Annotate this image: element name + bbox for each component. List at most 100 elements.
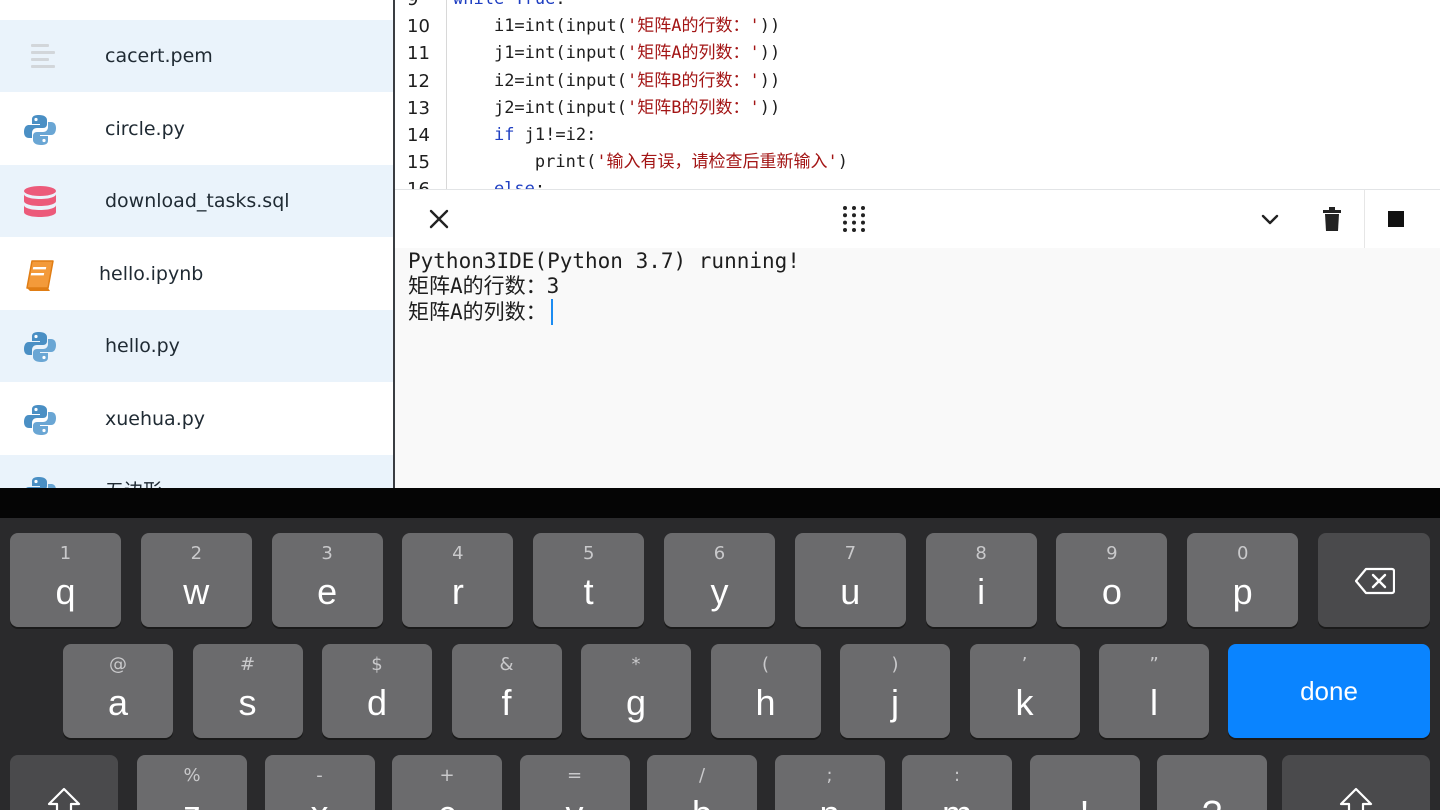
key-alt-char: 9 [1106, 543, 1118, 564]
key-b[interactable]: /b [647, 755, 757, 810]
key-char: w [183, 571, 210, 612]
code-line: 9 while True: [395, 0, 1440, 13]
code-token: )) [759, 97, 781, 118]
key-d[interactable]: $ d [322, 644, 432, 738]
key-char: z [137, 793, 247, 810]
file-row[interactable]: hello.py [0, 310, 393, 382]
key-char: y [710, 571, 729, 612]
file-row[interactable]: cacert.pem [0, 20, 393, 92]
database-icon [22, 184, 58, 220]
key-v[interactable]: =v [519, 755, 630, 810]
backspace-key[interactable] [1318, 533, 1430, 627]
text-file-icon [22, 39, 58, 75]
console-output[interactable]: Python3IDE(Python 3.7) running! 矩阵A的行数：3… [395, 248, 1440, 488]
key-u[interactable]: 7u [794, 533, 906, 627]
key-?[interactable]: ? [1157, 755, 1267, 810]
key-t[interactable]: 5t [533, 533, 645, 627]
code-token: j2=int(input( [493, 97, 628, 118]
key-o[interactable]: 9o [1056, 533, 1168, 627]
file-row[interactable]: xuehua.py [0, 383, 393, 455]
key-alt-char: ” [1149, 654, 1159, 675]
code-token: j1!=i2: [514, 125, 597, 145]
code-line: 15 print('输入有误，请检查后重新输入') [395, 149, 1440, 176]
code-line: 10 i1=int(input('矩阵A的行数：')) [395, 13, 1440, 40]
key-alt-char: 8 [975, 543, 987, 564]
key-i[interactable]: 8i [925, 533, 1037, 627]
key-char: k [1015, 682, 1034, 723]
key-char: v [520, 793, 630, 810]
key-h[interactable]: (h [710, 644, 821, 738]
line-number: 9 [407, 0, 443, 13]
code-line: 14 if j1!=i2: [395, 122, 1440, 149]
key-l[interactable]: ” l [1099, 644, 1209, 738]
code-text: while True: [453, 0, 566, 13]
code-keyword: while [453, 0, 504, 9]
key-g[interactable]: * g [581, 644, 691, 738]
key-char: l [1150, 682, 1158, 723]
key-e[interactable]: 3e [271, 533, 383, 627]
key-alt-char: 1 [59, 543, 72, 564]
file-row[interactable]: hello.ipynb [0, 238, 393, 310]
code-editor[interactable]: 9 while True:10 i1=int(input('矩阵A的行数：')) 1… [395, 0, 1440, 190]
python-icon [22, 329, 58, 365]
key-a[interactable]: @ a [63, 644, 173, 738]
code-text: j1=int(input('矩阵A的列数：')) [453, 40, 780, 67]
key-char: i [977, 571, 986, 612]
key-char: e [317, 571, 338, 612]
code-string: '矩阵B的行数：' [627, 70, 760, 91]
key-![interactable]: ! [1029, 755, 1140, 810]
key-s[interactable]: # s [192, 644, 303, 738]
drag-handle-button[interactable] [834, 199, 874, 239]
key-char: f [501, 682, 512, 723]
code-string: '输入有误，请检查后重新输入' [596, 152, 838, 173]
close-console-button[interactable] [419, 199, 459, 239]
key-c[interactable]: +c [392, 755, 502, 810]
key-w[interactable]: 2w [140, 533, 252, 627]
shift-key-left[interactable] [10, 755, 118, 810]
line-number: 13 [407, 97, 430, 119]
key-j[interactable]: ) j [840, 644, 950, 738]
collapse-console-button[interactable] [1250, 199, 1290, 239]
key-r[interactable]: 4r [402, 533, 514, 627]
file-sidebar: cacert.pem circle.py download_tasks.sql hel… [0, 0, 393, 488]
key-alt-char: + [439, 765, 455, 786]
code-text: if j1!=i2: [453, 122, 596, 149]
key-x[interactable]: -x [264, 755, 375, 810]
file-row[interactable]: download_tasks.sql [0, 165, 393, 237]
file-row[interactable]: circle.py [0, 93, 393, 165]
key-alt-char: @ [109, 654, 127, 675]
python-icon [22, 402, 58, 438]
key-f[interactable]: & f [451, 644, 562, 738]
console-line: 矩阵A的列数： [408, 300, 547, 324]
key-p[interactable]: 0p [1187, 533, 1299, 627]
key-n[interactable]: ;n [774, 755, 885, 810]
code-line: 13 j2=int(input('矩阵B的列数：')) [395, 95, 1440, 122]
clear-console-button[interactable] [1312, 199, 1352, 239]
code-token: i2=int(input( [493, 70, 628, 91]
key-char: p [1232, 571, 1253, 612]
key-alt-char: 5 [582, 543, 595, 564]
text-cursor [551, 299, 553, 325]
stop-button[interactable] [1376, 199, 1416, 239]
key-alt-char: = [566, 765, 583, 786]
key-z[interactable]: %z [137, 755, 247, 810]
key-char: q [55, 571, 76, 612]
key-char: d [366, 682, 388, 723]
key-q[interactable]: 1q [10, 533, 121, 627]
key-m[interactable]: :m [902, 755, 1012, 810]
onscreen-keyboard: 1q2w3e4r5t6y7u8i9o0p @ a # s $ d & f * g(h) j’ k” l … [0, 518, 1440, 810]
done-key[interactable]: done [1228, 644, 1430, 738]
key-y[interactable]: 6y [664, 533, 775, 627]
file-name: circle.py [105, 117, 185, 140]
file-row[interactable]: 五边形 [0, 455, 393, 488]
key-k[interactable]: ’ k [969, 644, 1080, 738]
shift-key-right[interactable] [1282, 755, 1430, 810]
code-token: ) [837, 152, 849, 173]
console-line: Python3IDE(Python 3.7) running! [408, 249, 800, 273]
key-char: g [625, 682, 647, 723]
file-name: xuehua.py [105, 407, 206, 430]
code-line: 16 else: [395, 176, 1440, 189]
